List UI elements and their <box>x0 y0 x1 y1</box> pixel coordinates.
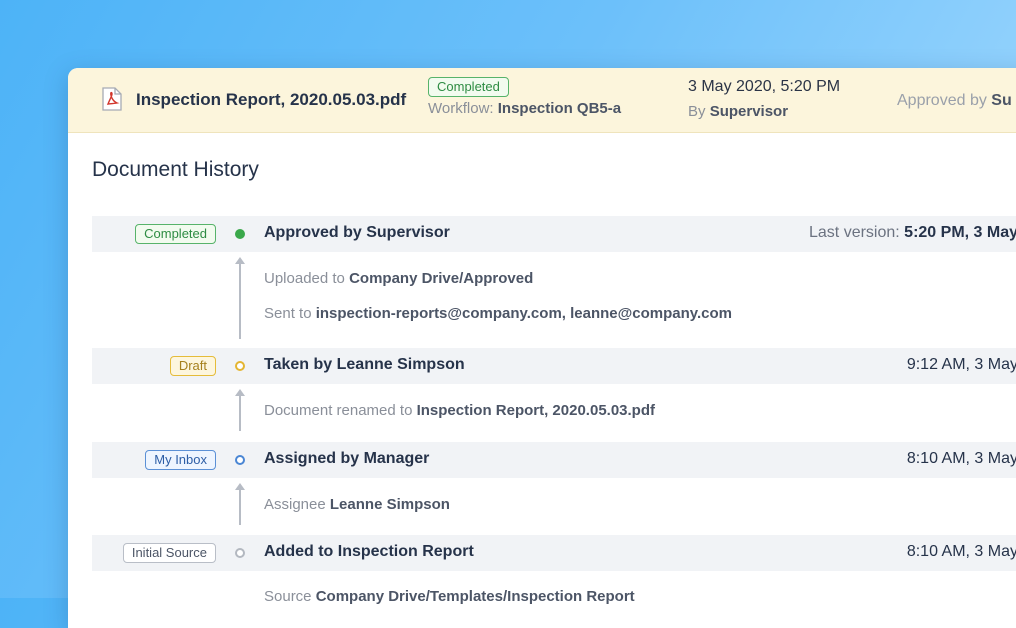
time-value: 5:20 PM, 3 May <box>904 224 1016 241</box>
history-row[interactable]: Completed Approved by Supervisor Last ve… <box>92 216 1016 252</box>
event-detail: Source Company Drive/Templates/Inspectio… <box>264 588 635 605</box>
approved-value: Su <box>991 92 1012 109</box>
by-value: Supervisor <box>709 103 789 120</box>
event-title: Assigned by Manager <box>264 450 430 467</box>
workflow-value[interactable]: Inspection QB5-a <box>498 100 621 117</box>
event-time: 9:12 AM, 3 May <box>906 356 1016 373</box>
detail-label: Uploaded to <box>264 270 345 287</box>
document-header: Inspection Report, 2020.05.03.pdf Comple… <box>68 68 1016 133</box>
history-row[interactable]: My Inbox Assigned by Manager 8:10 AM, 3 … <box>92 442 1016 478</box>
event-title: Added to Inspection Report <box>264 543 474 560</box>
detail-label: Source <box>264 588 312 605</box>
completed-by: By Supervisor <box>688 103 788 120</box>
event-title: Approved by Supervisor <box>264 224 450 241</box>
timeline-arrow-icon <box>235 483 245 525</box>
status-dot-icon <box>235 229 245 239</box>
section-title: Document History <box>92 158 259 181</box>
history-row[interactable]: Initial Source Added to Inspection Repor… <box>92 535 1016 571</box>
status-dot-icon <box>235 361 245 371</box>
detail-label: Sent to <box>264 305 312 322</box>
document-panel: Inspection Report, 2020.05.03.pdf Comple… <box>68 68 1016 628</box>
status-tag-completed: Completed <box>135 224 216 244</box>
workflow-info: Workflow: Inspection QB5-a <box>428 100 621 117</box>
time-prefix: Last version: <box>809 224 900 241</box>
event-detail: Uploaded to Company Drive/Approved <box>264 270 533 287</box>
event-time: 8:10 AM, 3 May <box>906 450 1016 467</box>
workflow-label: Workflow: <box>428 100 494 117</box>
event-detail: Assignee Leanne Simpson <box>264 496 450 513</box>
approved-label: Approved by <box>897 92 987 109</box>
event-time: Last version: 5:20 PM, 3 May <box>809 224 1016 242</box>
detail-value[interactable]: Company Drive/Templates/Inspection Repor… <box>316 588 635 605</box>
timeline-arrow-icon <box>235 257 245 339</box>
status-dot-icon <box>235 548 245 558</box>
detail-value[interactable]: inspection-reports@company.com, leanne@c… <box>316 305 732 322</box>
event-detail: Sent to inspection-reports@company.com, … <box>264 305 732 322</box>
detail-value[interactable]: Inspection Report, 2020.05.03.pdf <box>417 402 655 419</box>
status-dot-icon <box>235 455 245 465</box>
history-row[interactable]: Draft Taken by Leanne Simpson 9:12 AM, 3… <box>92 348 1016 384</box>
event-detail: Document renamed to Inspection Report, 2… <box>264 402 655 419</box>
event-time: 8:10 AM, 3 May <box>906 543 1016 560</box>
status-tag-inbox: My Inbox <box>145 450 216 470</box>
status-tag-source: Initial Source <box>122 543 216 563</box>
by-label: By <box>688 103 706 120</box>
approved-by: Approved by Su <box>897 92 1012 110</box>
detail-value[interactable]: Company Drive/Approved <box>349 270 533 287</box>
document-title[interactable]: Inspection Report, 2020.05.03.pdf <box>136 90 406 110</box>
completion-date: 3 May 2020, 5:20 PM <box>688 78 841 95</box>
pdf-file-icon <box>102 87 122 111</box>
detail-label: Assignee <box>264 496 326 513</box>
detail-label: Document renamed to <box>264 402 413 419</box>
event-title: Taken by Leanne Simpson <box>264 356 465 373</box>
status-tag-draft: Draft <box>169 356 216 376</box>
detail-value[interactable]: Leanne Simpson <box>330 496 450 513</box>
timeline-arrow-icon <box>235 389 245 431</box>
status-badge: Completed <box>428 77 509 97</box>
